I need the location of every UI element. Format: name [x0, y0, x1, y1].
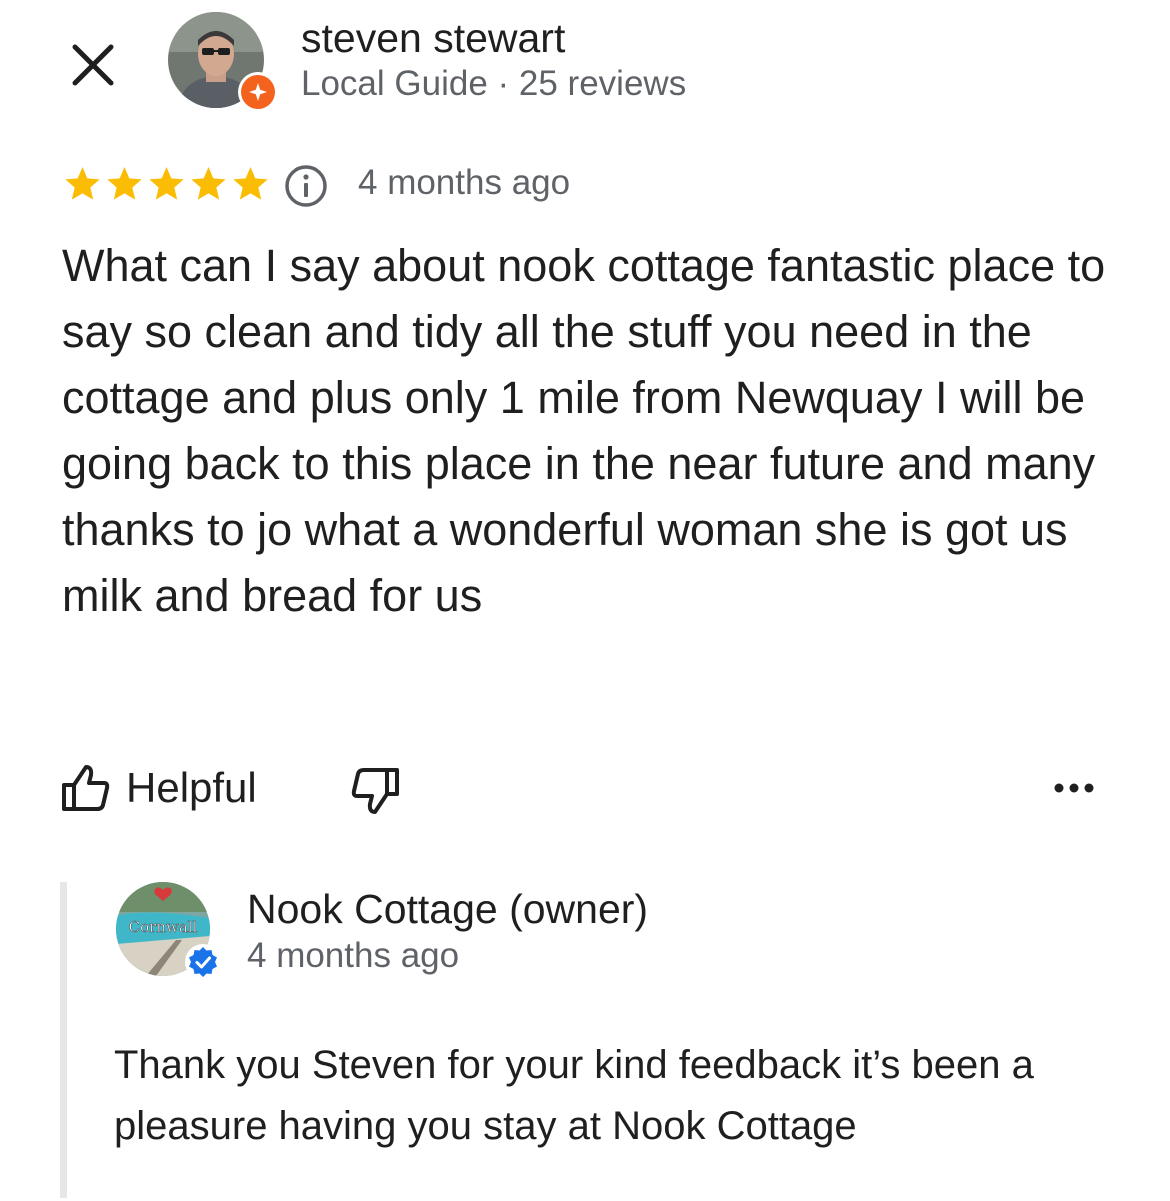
more-horizontal-icon — [1054, 783, 1094, 793]
verified-badge — [185, 944, 221, 980]
thumbs-up-icon — [62, 765, 110, 811]
not-helpful-button[interactable] — [346, 764, 404, 818]
star-rating — [62, 164, 271, 204]
owner-avatar-label: Cornwall — [129, 918, 198, 936]
info-icon — [284, 164, 327, 207]
reviewer-name[interactable]: steven stewart — [301, 12, 565, 64]
star-icon — [107, 167, 142, 200]
thumbs-down-icon — [351, 768, 399, 814]
local-guide-badge-icon — [249, 83, 267, 101]
local-guide-badge — [238, 72, 278, 112]
star-icon — [191, 167, 226, 200]
owner-name[interactable]: Nook Cottage (owner) — [247, 883, 648, 935]
owner-reply-text: Thank you Steven for your kind feedback … — [114, 1043, 1034, 1148]
helpful-button[interactable]: Helpful — [60, 758, 257, 818]
review-text: What can I say about nook cottage fantas… — [62, 240, 1106, 621]
star-icon — [233, 167, 268, 200]
review-age: 4 months ago — [358, 163, 571, 202]
star-icon — [65, 167, 100, 200]
close-icon — [72, 44, 114, 86]
reviewer-meta: Local Guide · 25 reviews — [301, 64, 687, 103]
close-button[interactable] — [62, 34, 124, 96]
verified-check-icon — [189, 947, 217, 977]
helpful-label: Helpful — [126, 764, 257, 811]
info-button[interactable] — [283, 163, 328, 208]
response-divider — [60, 882, 67, 1198]
star-icon — [149, 167, 184, 200]
more-options-button[interactable] — [1048, 768, 1100, 808]
owner-response-age: 4 months ago — [247, 936, 460, 975]
